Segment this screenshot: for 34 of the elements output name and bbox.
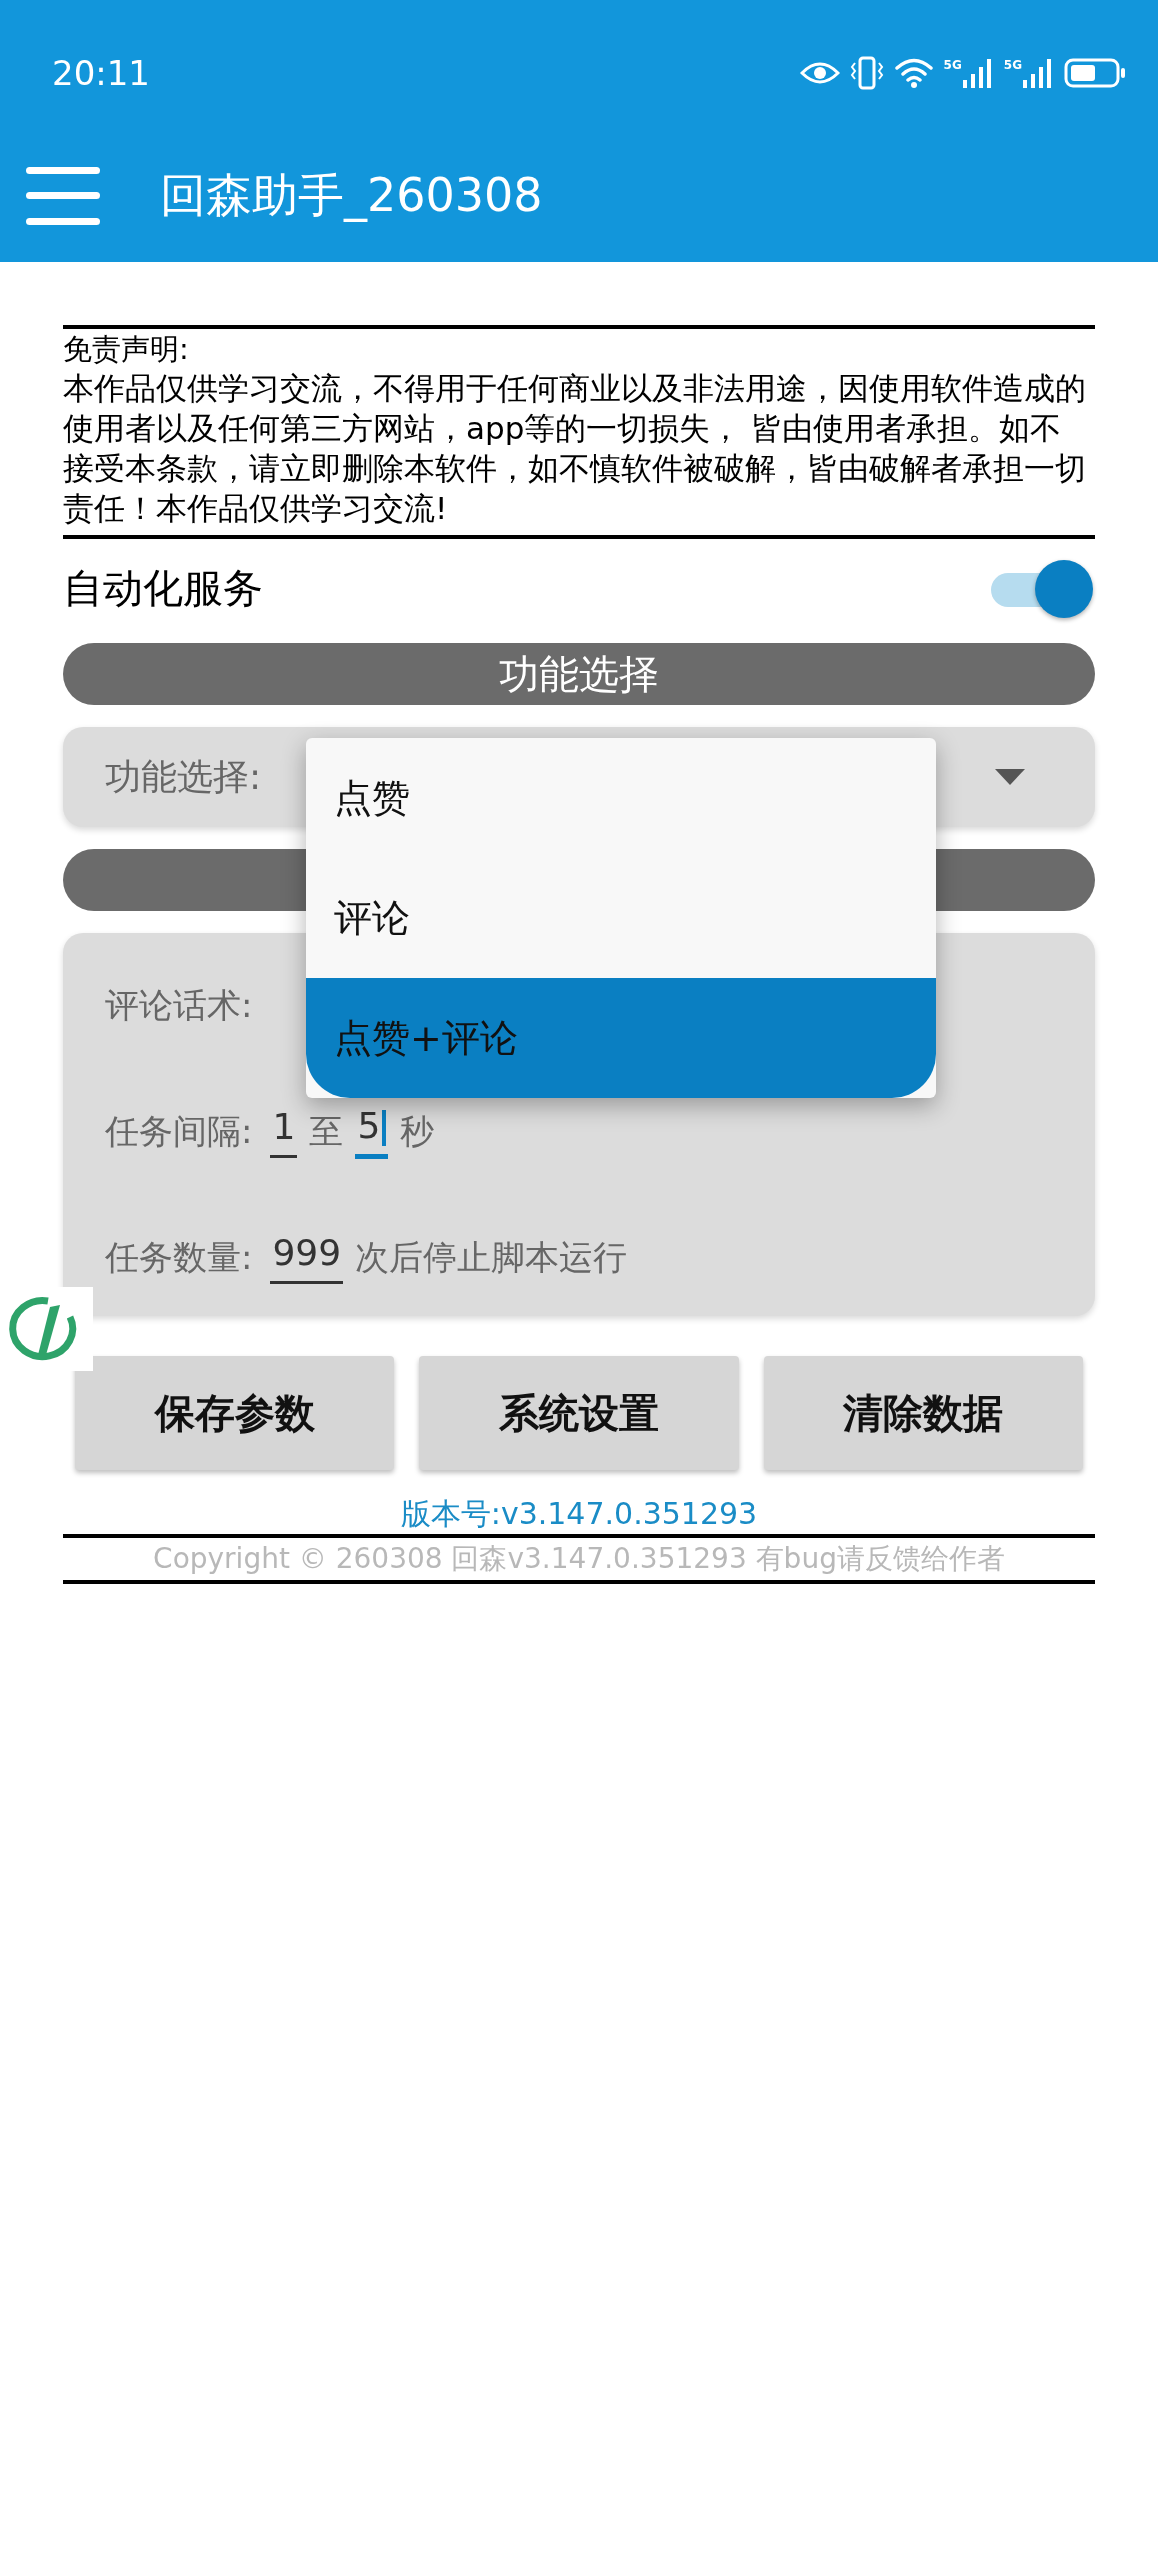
- disclaimer-heading: 免责声明:: [63, 331, 190, 368]
- interval-label: 任务间隔:: [105, 1110, 253, 1153]
- comment-label: 评论话术:: [105, 984, 253, 1027]
- status-time: 20:11: [52, 52, 150, 93]
- interval-max-field[interactable]: 5: [355, 1105, 389, 1159]
- eye-icon: [799, 61, 840, 85]
- copyright-text: Copyright © 260308 回森v3.147.0.351293 有bug请反馈给作者: [152, 1541, 1006, 1577]
- signal-icon: [961, 58, 994, 88]
- network-label: 5G: [1003, 58, 1022, 72]
- count-label: 任务数量:: [105, 1236, 253, 1279]
- signal-icon: [1022, 58, 1054, 88]
- menu-icon[interactable]: [26, 167, 100, 225]
- toggle-switch[interactable]: [991, 558, 1095, 618]
- count-suffix: 次后停止脚本运行: [355, 1236, 628, 1279]
- action-button[interactable]: 保存参数: [75, 1356, 395, 1470]
- disclaimer-text: 本作品仅供学习交流，不得用于任何商业以及非法用途，因使用软件造成的使用者以及任何第三方网站，app等的一切损失， 皆由使用者承担。如不接受本条款，请立即删除本软件，如不慎软件被破解，皆由破解者承担一切责任！本作品仅供学习交流!: [63, 369, 1087, 528]
- dropdown-option[interactable]: 点赞: [306, 738, 936, 858]
- version-text: 版本号:v3.147.0.351293: [399, 1495, 759, 1533]
- interval-min-field[interactable]: 1: [270, 1106, 298, 1158]
- battery-icon: [1064, 58, 1126, 88]
- vibrate-icon: [849, 55, 884, 91]
- action-button[interactable]: 系统设置: [419, 1356, 739, 1470]
- caret-icon: [995, 769, 1025, 785]
- action-button[interactable]: 清除数据: [763, 1356, 1083, 1470]
- wifi-icon: [893, 57, 934, 89]
- app-title: 回森助手_260308: [160, 167, 543, 224]
- service-label: 自动化服务: [63, 563, 263, 613]
- interval-unit: 秒: [400, 1110, 435, 1153]
- dropdown-option[interactable]: 点赞+评论: [306, 978, 936, 1098]
- dropdown-option[interactable]: 评论: [306, 858, 936, 978]
- network-label: 5G: [943, 58, 962, 72]
- section-header: 功能选择: [63, 643, 1095, 705]
- count-field[interactable]: 999: [270, 1232, 344, 1284]
- interval-separator: 至: [309, 1110, 344, 1153]
